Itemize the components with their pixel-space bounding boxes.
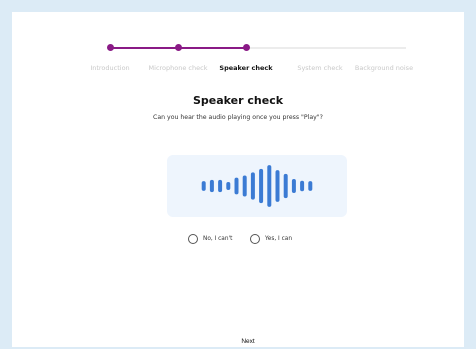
waveform-bar-3 (226, 182, 231, 190)
waveform-bar-10 (283, 173, 288, 199)
waveform-bar-9 (275, 170, 280, 202)
step-speaker-check: Speaker check (219, 64, 273, 72)
waveform-bar-11 (291, 178, 296, 194)
page-title: Speaker check (192, 94, 284, 107)
waveform-bar-5 (242, 175, 247, 197)
option-yes[interactable]: Yes, I can (250, 234, 292, 244)
waveform-bar-2 (218, 179, 223, 193)
next-button[interactable]: Next (233, 334, 263, 348)
waveform-bar-6 (250, 172, 255, 200)
waveform-icon[interactable] (167, 155, 347, 217)
stepper-track-remaining (246, 47, 406, 49)
radio-yes[interactable] (250, 234, 260, 244)
stepper-dot-speaker (243, 44, 250, 51)
step-introduction: Introduction (90, 64, 130, 72)
waveform-bar-4 (234, 177, 239, 195)
page-subtitle: Can you hear the audio playing once you … (153, 114, 323, 121)
option-yes-label: Yes, I can (265, 236, 293, 242)
audio-player[interactable] (167, 155, 347, 217)
waveform-bar-12 (300, 180, 305, 192)
waveform-bar-13 (308, 181, 313, 191)
stepper-dot-microphone (175, 44, 182, 51)
step-system-check: System check (297, 64, 343, 72)
answer-options: No, I can't Yes, I can (12, 234, 464, 254)
waveform-bar-7 (259, 168, 264, 204)
speaker-check-panel: Introduction Microphone check Speaker ch… (12, 12, 464, 347)
option-no-label: No, I can't (203, 236, 233, 242)
option-no[interactable]: No, I can't (188, 234, 232, 244)
step-background-noise: Background noise (354, 64, 414, 72)
waveform-bar-0 (201, 181, 206, 191)
radio-no[interactable] (188, 234, 198, 244)
waveform-bar-1 (209, 179, 214, 193)
stepper-dot-introduction (107, 44, 114, 51)
step-microphone-check: Microphone check (148, 64, 208, 72)
waveform-bar-8 (267, 165, 272, 207)
progress-stepper: Introduction Microphone check Speaker ch… (12, 34, 464, 74)
